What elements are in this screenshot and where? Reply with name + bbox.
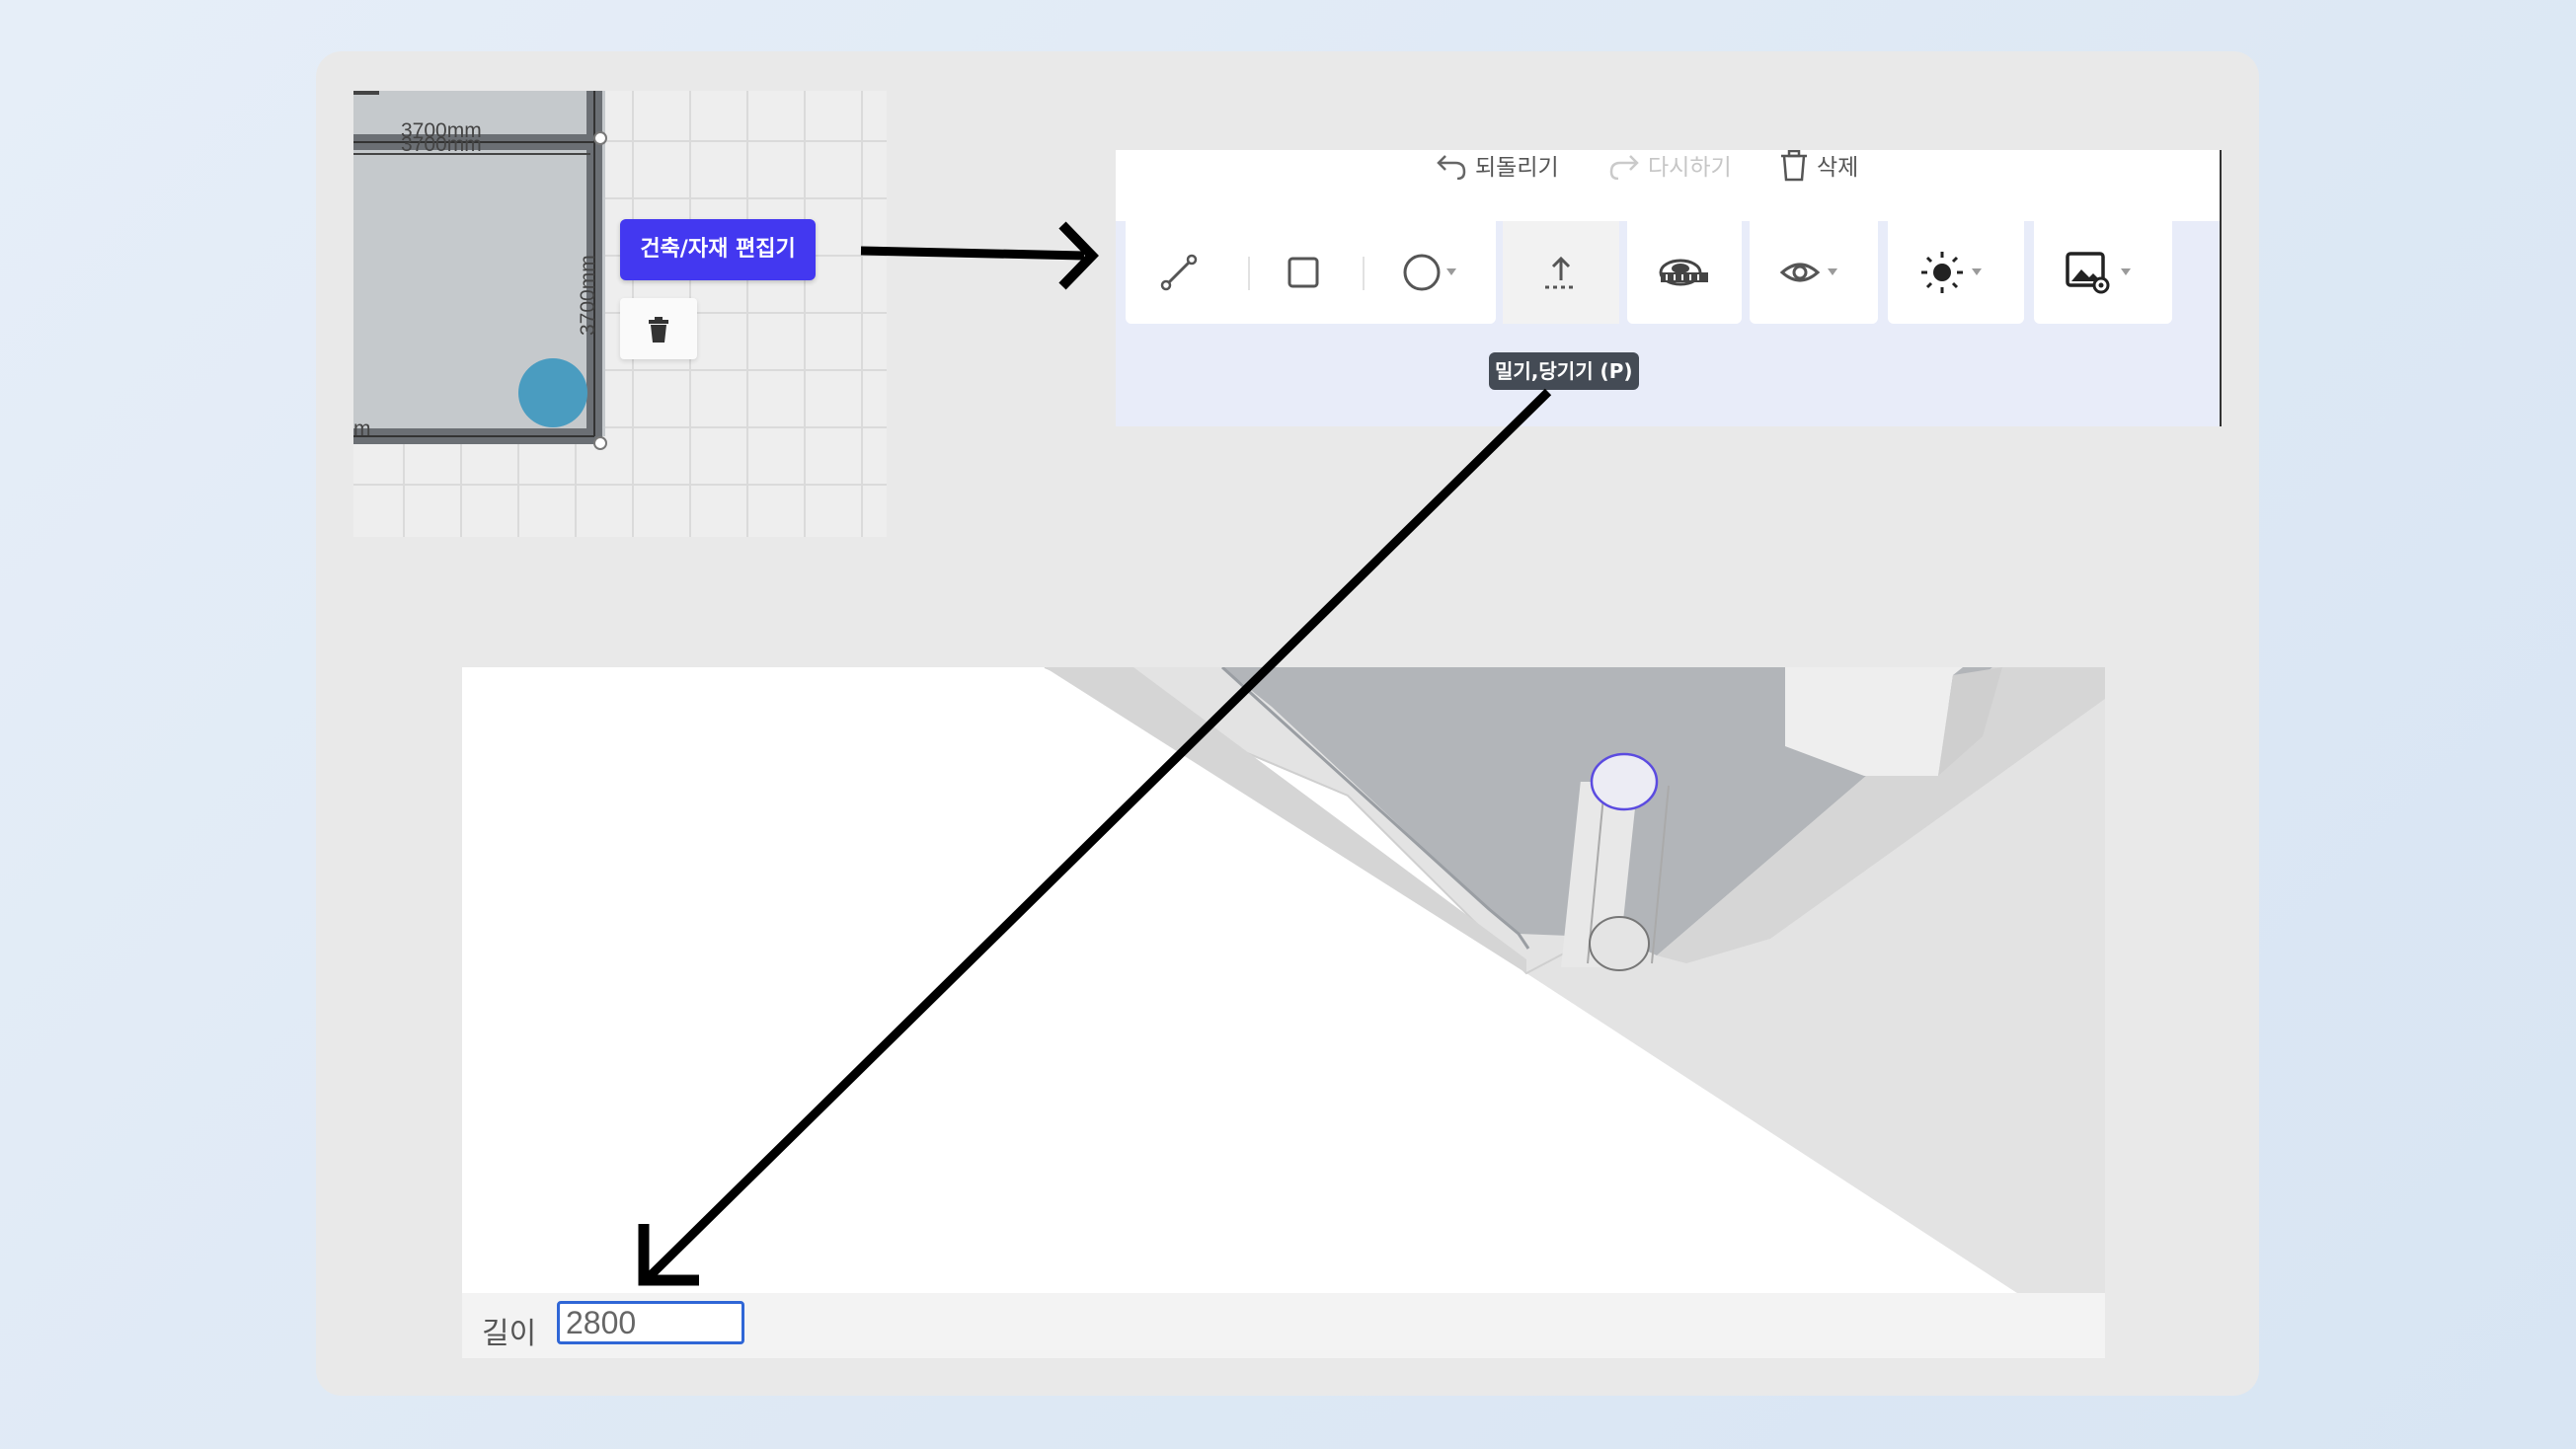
line-tool-button[interactable]: [1126, 221, 1232, 324]
column-top-face-selected[interactable]: [1590, 752, 1659, 811]
undo-redo-strip: 되돌리기 다시하기 삭제: [1116, 150, 2220, 221]
undo-icon: [1437, 155, 1466, 180]
circle-icon: [1403, 254, 1456, 291]
trash-icon: [649, 317, 668, 343]
column-marker[interactable]: [518, 358, 587, 427]
redo-icon: [1609, 155, 1639, 180]
dimension-label-bottom: m: [353, 418, 371, 440]
render-settings-dropdown-button[interactable]: [2034, 221, 2172, 324]
delete-toolbar-button[interactable]: 삭제: [1777, 150, 1859, 182]
circle-tool-button[interactable]: [1372, 221, 1496, 324]
trash-outline-icon: [1781, 150, 1807, 182]
visibility-dropdown-button[interactable]: [1750, 221, 1878, 324]
3d-scene: [1044, 667, 2105, 1293]
sun-icon: [1921, 252, 1982, 293]
dimension-label-top-2: 3700mm: [401, 133, 482, 156]
architecture-material-editor-button[interactable]: 건축/자재 편집기: [620, 219, 816, 280]
dimension-label-side: 3700mm: [577, 255, 599, 336]
rectangle-icon: [1288, 257, 1319, 288]
push-pull-tooltip: 밀기,당기기 (P): [1489, 352, 1639, 390]
redo-label: 다시하기: [1648, 155, 1732, 181]
lighting-dropdown-button[interactable]: [1888, 221, 2024, 324]
draw-tool-group: [1126, 221, 1496, 324]
delete-label: 삭제: [1817, 155, 1859, 181]
tape-measure-group: [1627, 221, 1742, 324]
redo-button[interactable]: 다시하기: [1606, 150, 1732, 181]
push-pull-icon: [1545, 256, 1577, 289]
eye-icon: [1779, 263, 1837, 282]
tape-measure-icon: [1659, 259, 1708, 286]
push-pull-tool-button[interactable]: [1503, 221, 1619, 324]
undo-label: 되돌리기: [1475, 155, 1559, 181]
delete-button[interactable]: [620, 298, 697, 359]
render-settings-group: [2034, 221, 2172, 324]
corner-node[interactable]: [593, 436, 607, 450]
line-icon: [1160, 254, 1198, 291]
visibility-group: [1750, 221, 1878, 324]
length-label: 길이: [482, 1317, 537, 1351]
corner-node[interactable]: [593, 131, 607, 145]
toolbar-panel: 되돌리기 다시하기 삭제: [1116, 150, 2222, 426]
undo-button[interactable]: 되돌리기: [1434, 150, 1559, 181]
image-settings-icon: [2066, 252, 2131, 294]
lighting-group: [1888, 221, 2024, 324]
tape-measure-tool-button[interactable]: [1627, 221, 1742, 324]
length-input[interactable]: [557, 1301, 744, 1344]
push-pull-group: [1503, 221, 1619, 324]
rectangle-tool-button[interactable]: [1254, 221, 1353, 324]
3d-viewport[interactable]: 길이: [462, 667, 2105, 1358]
length-input-bar: 길이: [462, 1293, 2105, 1358]
